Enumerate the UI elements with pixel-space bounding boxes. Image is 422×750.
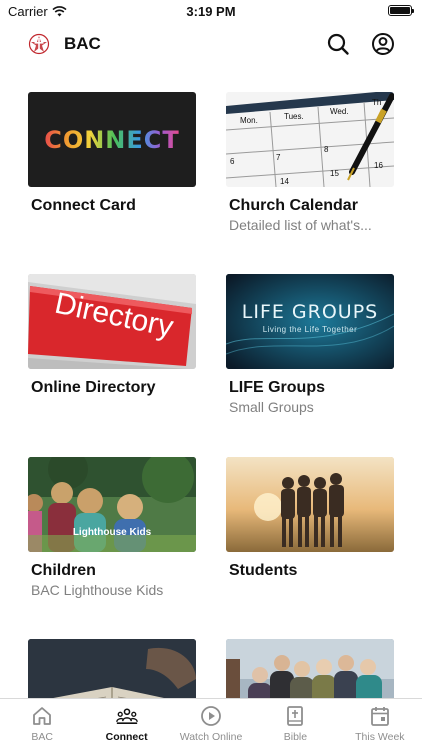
- profile-icon[interactable]: [371, 32, 395, 56]
- app-header: BAC: [0, 26, 422, 62]
- calendar-illustration: Mon. Tues. Wed. Th 1 6 7 8 15 16 14: [226, 92, 394, 187]
- calendar-date: 14: [280, 177, 289, 186]
- status-time: 3:19 PM: [186, 4, 236, 19]
- card-connect[interactable]: CONNECT Connect Card: [28, 92, 196, 215]
- life-groups-thumb-subtext: Living the Life Together: [263, 325, 358, 334]
- tab-bible[interactable]: Bible: [253, 699, 337, 750]
- battery-icon: [388, 5, 414, 16]
- connect-thumb-text: CONNECT: [44, 125, 180, 154]
- calendar-date: 8: [324, 145, 329, 154]
- life-groups-thumbnail: LIFE GROUPS Living the Life Together: [226, 274, 394, 369]
- calendar-day-thu: Th: [372, 98, 381, 107]
- students-thumbnail: [226, 457, 394, 552]
- bac-logo-icon: [28, 33, 50, 55]
- life-groups-thumb-text: LIFE GROUPS: [242, 301, 378, 323]
- calendar-date: 6: [230, 157, 235, 166]
- card-life-groups[interactable]: LIFE GROUPS Living the Life Together LIF…: [226, 274, 394, 415]
- tab-connect[interactable]: Connect: [84, 699, 168, 750]
- card-title: Connect Card: [31, 197, 136, 214]
- tab-watch-online[interactable]: Watch Online: [169, 699, 253, 750]
- card-title: Church Calendar: [229, 197, 358, 214]
- people-icon: [115, 708, 138, 724]
- card-title: Students: [229, 562, 298, 579]
- card-calendar[interactable]: Mon. Tues. Wed. Th 1 6 7 8 15 16 14: [226, 92, 394, 233]
- app-title: BAC: [64, 34, 101, 53]
- children-illustration: Lighthouse Kids: [28, 457, 196, 552]
- calendar-day-tue: Tues.: [284, 112, 304, 121]
- children-thumb-text: Lighthouse Kids: [73, 527, 152, 538]
- card-children[interactable]: Lighthouse Kids Children BAC Lighthouse …: [28, 457, 196, 598]
- students-illustration: [226, 457, 394, 552]
- directory-thumbnail: Directory: [28, 274, 196, 369]
- tab-bac[interactable]: BAC: [0, 699, 84, 750]
- search-icon[interactable]: [326, 32, 350, 56]
- tab-label: Watch Online: [179, 731, 243, 743]
- card-subtitle: Small Groups: [229, 399, 314, 415]
- calendar-day-wed: Wed.: [330, 107, 349, 116]
- life-groups-illustration: LIFE GROUPS Living the Life Together: [226, 274, 394, 369]
- tab-this-week[interactable]: This Week: [338, 699, 422, 750]
- play-icon: [201, 706, 221, 726]
- card-directory[interactable]: Directory Online Directory: [28, 274, 196, 397]
- status-bar: Carrier 3:19 PM: [0, 0, 422, 22]
- calendar-day-mon: Mon.: [240, 116, 258, 125]
- connect-thumbnail: CONNECT: [28, 92, 196, 187]
- tab-label: Bible: [283, 731, 308, 743]
- calendar-date: 15: [330, 169, 339, 178]
- calendar-icon: [370, 707, 389, 726]
- card-subtitle: BAC Lighthouse Kids: [31, 582, 164, 598]
- card-title: LIFE Groups: [229, 379, 325, 396]
- calendar-thumbnail: Mon. Tues. Wed. Th 1 6 7 8 15 16 14: [226, 92, 394, 187]
- card-subtitle: Detailed list of what's...: [229, 217, 372, 233]
- tab-label: BAC: [31, 731, 53, 743]
- card-students[interactable]: Students: [226, 457, 394, 580]
- tab-bar: BAC Connect Watch Online Bible This Week: [0, 698, 422, 750]
- calendar-date: 7: [276, 153, 281, 162]
- tab-label: Connect: [105, 731, 148, 743]
- tab-label: This Week: [355, 731, 405, 743]
- home-icon: [33, 707, 52, 725]
- directory-illustration: Directory: [28, 274, 196, 369]
- bible-icon: [287, 706, 304, 726]
- card-title: Children: [31, 562, 96, 579]
- calendar-date: 16: [374, 161, 383, 170]
- card-title: Online Directory: [31, 379, 156, 396]
- children-thumbnail: Lighthouse Kids: [28, 457, 196, 552]
